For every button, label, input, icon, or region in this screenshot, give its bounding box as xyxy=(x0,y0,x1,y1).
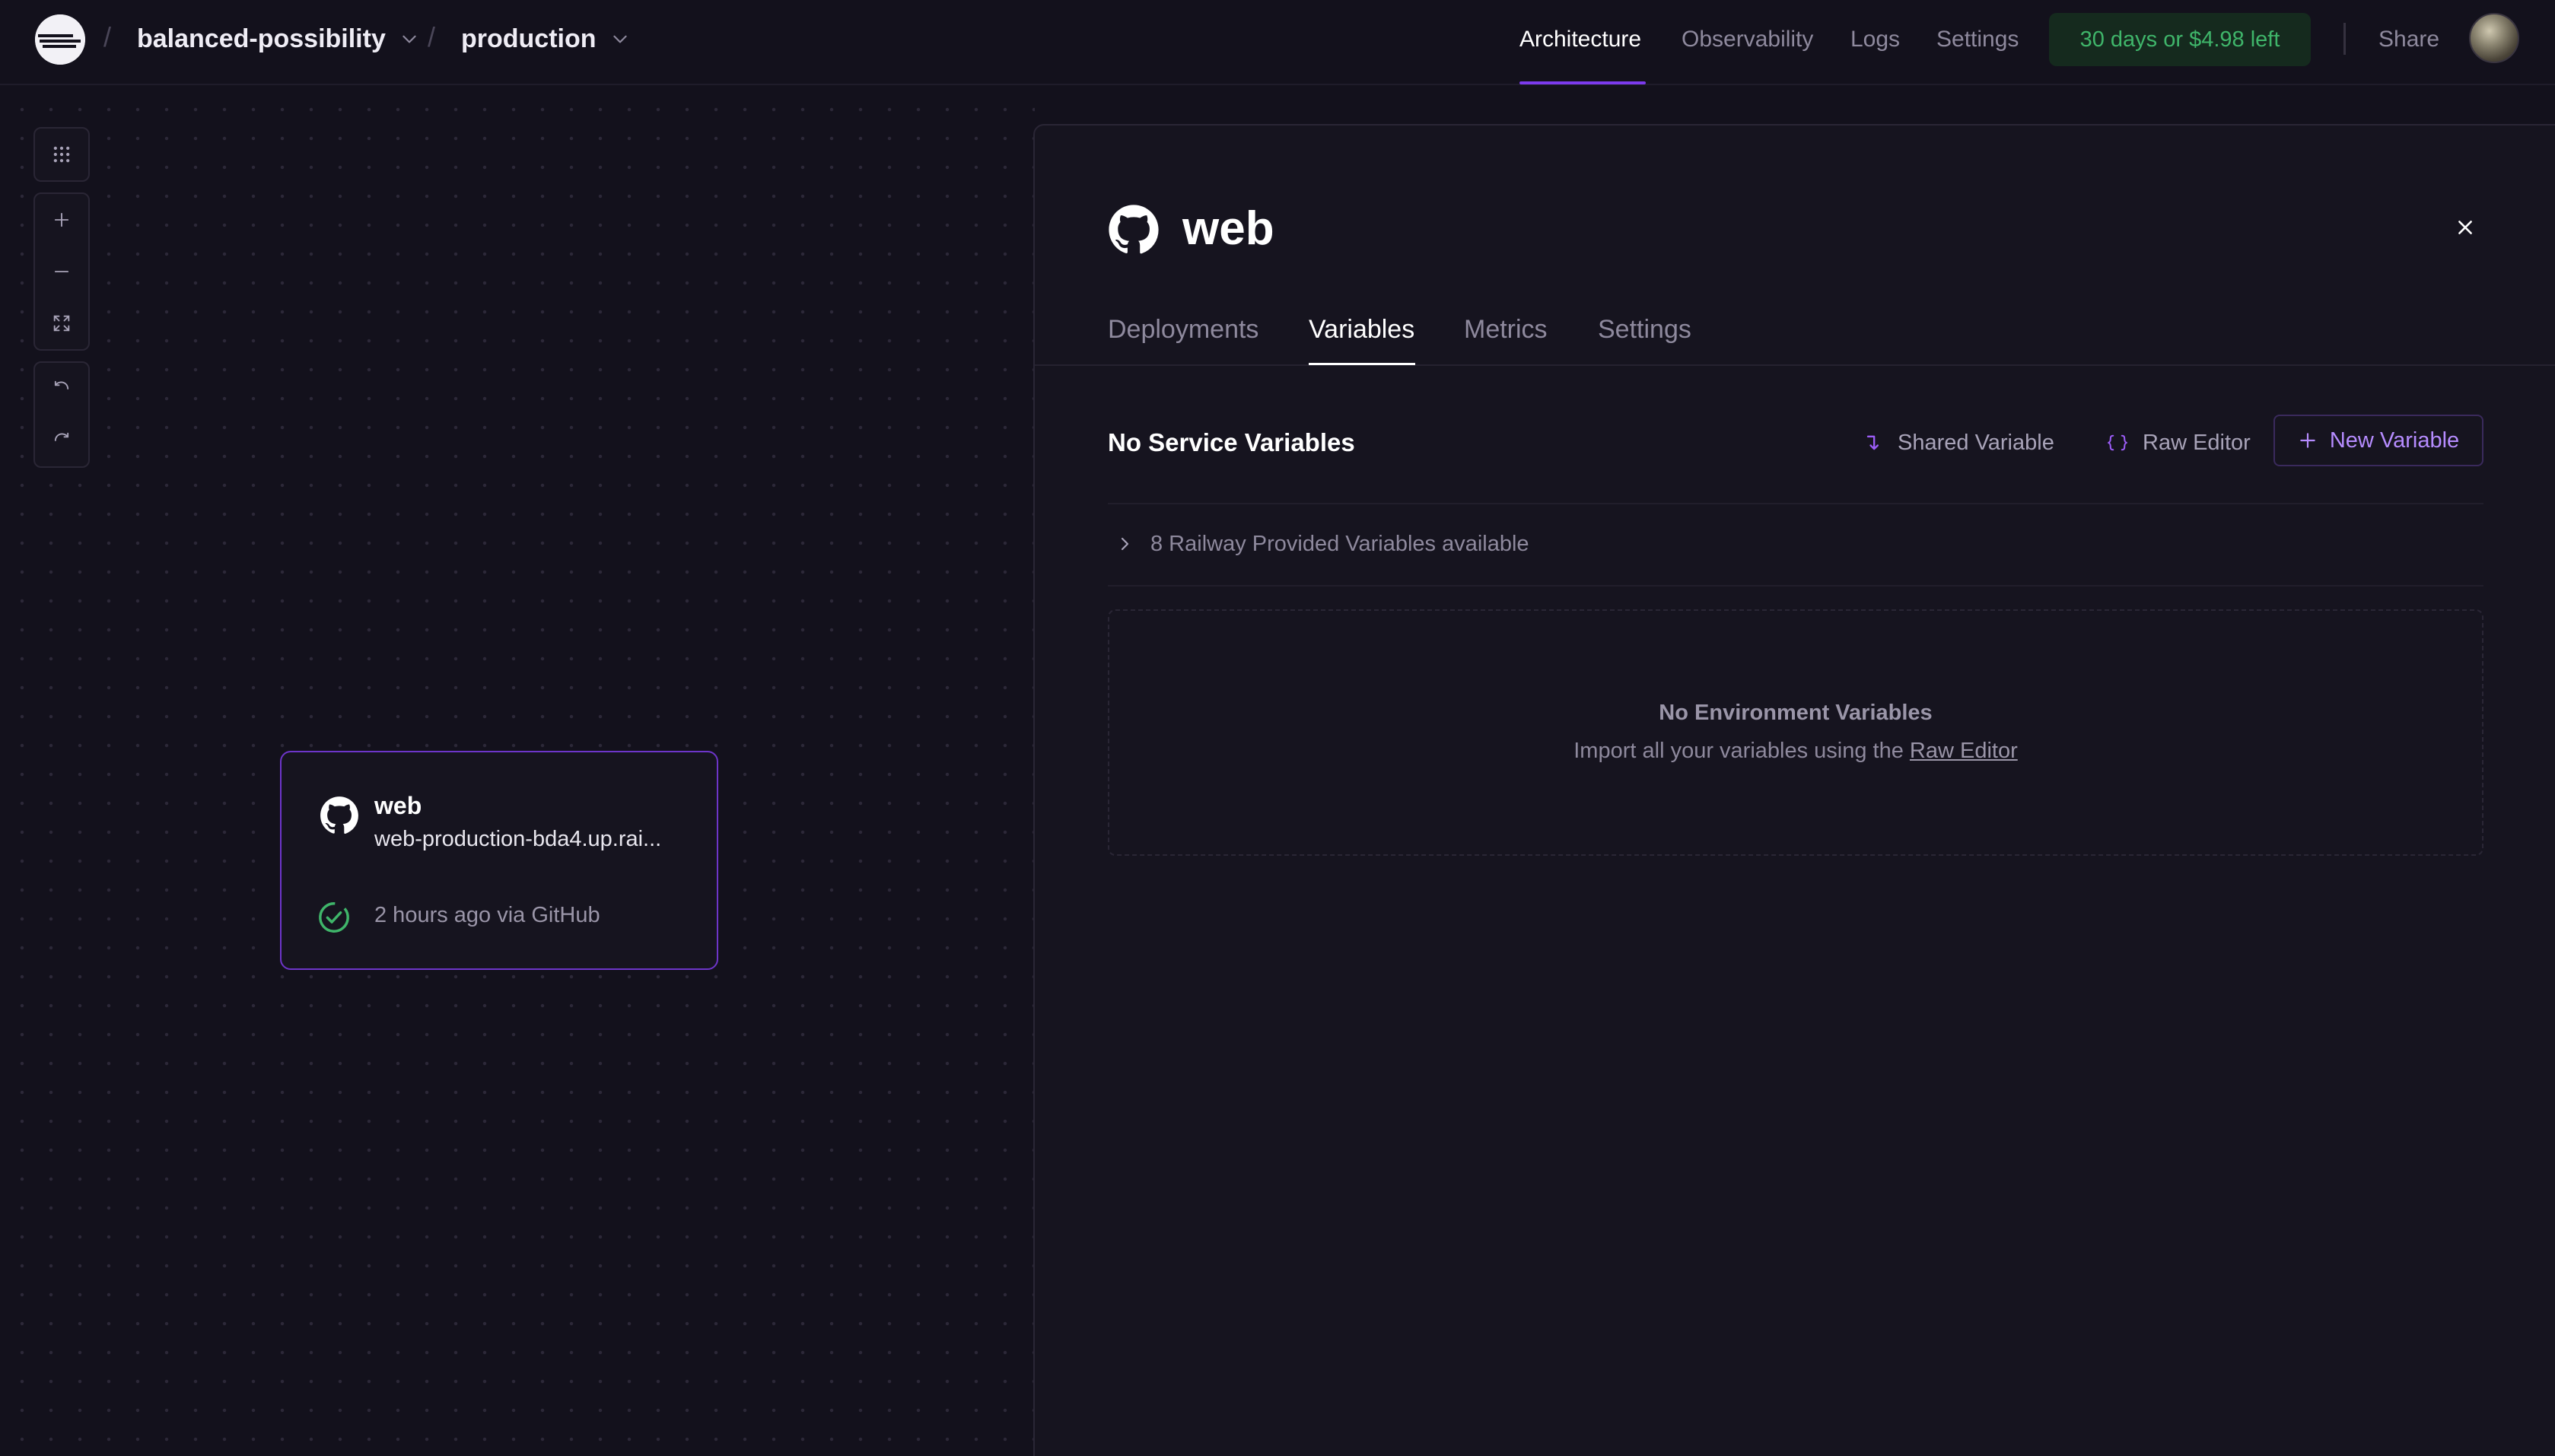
top-bar: / balanced-possibility / production Arch… xyxy=(0,0,2555,85)
zoom-out-icon xyxy=(54,271,69,272)
tab-metrics[interactable]: Metrics xyxy=(1464,311,1548,348)
breadcrumb-separator: / xyxy=(103,21,112,52)
empty-state-title: No Environment Variables xyxy=(1659,701,1933,725)
nav-architecture[interactable]: Architecture xyxy=(1519,24,1641,55)
service-panel: web Deployments Variables Metrics Settin… xyxy=(1033,124,2555,1456)
environment-selector[interactable]: production xyxy=(461,21,630,56)
check-circle-icon xyxy=(319,902,349,933)
redo-button[interactable] xyxy=(35,415,88,466)
plus-icon xyxy=(2300,433,2315,448)
divider xyxy=(1108,503,2483,504)
undo-button[interactable] xyxy=(35,363,88,415)
breadcrumb-separator: / xyxy=(428,21,436,52)
service-card-web[interactable]: web web-production-bda4.up.rai... 2 hour… xyxy=(280,751,718,970)
canvas-toolbar-group xyxy=(33,127,90,182)
tabs-divider xyxy=(1035,364,2555,366)
chevron-down-icon xyxy=(612,35,627,43)
empty-state-subtitle: Import all your variables using the Raw … xyxy=(1109,739,2482,764)
close-icon xyxy=(2458,221,2472,234)
service-variables-heading: No Service Variables xyxy=(1108,428,1355,456)
braces-icon xyxy=(2108,434,2127,451)
project-name: balanced-possibility xyxy=(137,24,386,53)
railway-provided-variables-toggle[interactable]: 8 Railway Provided Variables available xyxy=(1115,526,1529,562)
chevron-down-icon xyxy=(402,35,416,43)
service-name: web xyxy=(374,792,422,819)
nav-observability[interactable]: Observability xyxy=(1682,24,1813,55)
share-button[interactable]: Share xyxy=(2378,24,2439,55)
deployment-status: 2 hours ago via GitHub xyxy=(374,903,600,927)
empty-state-subtitle-text: Import all your variables using the xyxy=(1573,739,1910,763)
fit-view-button[interactable] xyxy=(35,297,88,349)
tab-settings[interactable]: Settings xyxy=(1598,311,1691,348)
grid-button[interactable] xyxy=(35,129,88,180)
divider xyxy=(1108,585,2483,587)
shared-variable-label: Shared Variable xyxy=(1898,431,2054,455)
zoom-in-icon xyxy=(54,212,69,227)
panel-title: web xyxy=(1182,202,1274,255)
github-icon xyxy=(320,796,358,834)
tab-active-indicator xyxy=(1309,363,1415,365)
nav-settings[interactable]: Settings xyxy=(1936,24,2019,55)
nav-active-indicator xyxy=(1519,81,1646,84)
tab-variables[interactable]: Variables xyxy=(1309,311,1414,348)
divider xyxy=(2343,23,2346,55)
grid-icon xyxy=(53,146,70,163)
nav-logs[interactable]: Logs xyxy=(1850,24,1900,55)
zoom-out-button[interactable] xyxy=(35,246,88,297)
close-panel-button[interactable] xyxy=(2447,209,2483,246)
environment-name: production xyxy=(461,24,597,53)
service-url[interactable]: web-production-bda4.up.rai... xyxy=(374,827,661,852)
provided-variables-label: 8 Railway Provided Variables available xyxy=(1150,532,1529,556)
trial-badge[interactable]: 30 days or $4.98 left xyxy=(2049,13,2311,66)
raw-editor-button[interactable]: Raw Editor xyxy=(2106,425,2251,460)
undo-icon xyxy=(54,380,69,389)
chevron-right-icon xyxy=(1121,537,1129,551)
raw-editor-label: Raw Editor xyxy=(2143,431,2251,455)
fit-view-icon xyxy=(53,315,70,332)
architecture-canvas[interactable]: web web-production-bda4.up.rai... 2 hour… xyxy=(0,86,1035,1456)
tab-deployments[interactable]: Deployments xyxy=(1108,311,1258,348)
shared-variable-icon xyxy=(1866,435,1879,450)
redo-icon xyxy=(54,432,69,441)
avatar[interactable] xyxy=(2469,13,2519,63)
project-selector[interactable]: balanced-possibility xyxy=(137,21,419,56)
github-icon xyxy=(1109,205,1159,254)
canvas-history-group xyxy=(33,361,90,468)
canvas-zoom-group xyxy=(33,192,90,351)
raw-editor-link[interactable]: Raw Editor xyxy=(1910,739,2018,763)
shared-variable-button[interactable]: Shared Variable xyxy=(1863,425,2054,460)
new-variable-label: New Variable xyxy=(2329,428,2460,453)
railway-logo-icon[interactable] xyxy=(35,14,85,65)
zoom-in-button[interactable] xyxy=(35,194,88,246)
empty-state: No Environment Variables Import all your… xyxy=(1108,609,2483,856)
new-variable-button[interactable]: New Variable xyxy=(2273,415,2483,466)
